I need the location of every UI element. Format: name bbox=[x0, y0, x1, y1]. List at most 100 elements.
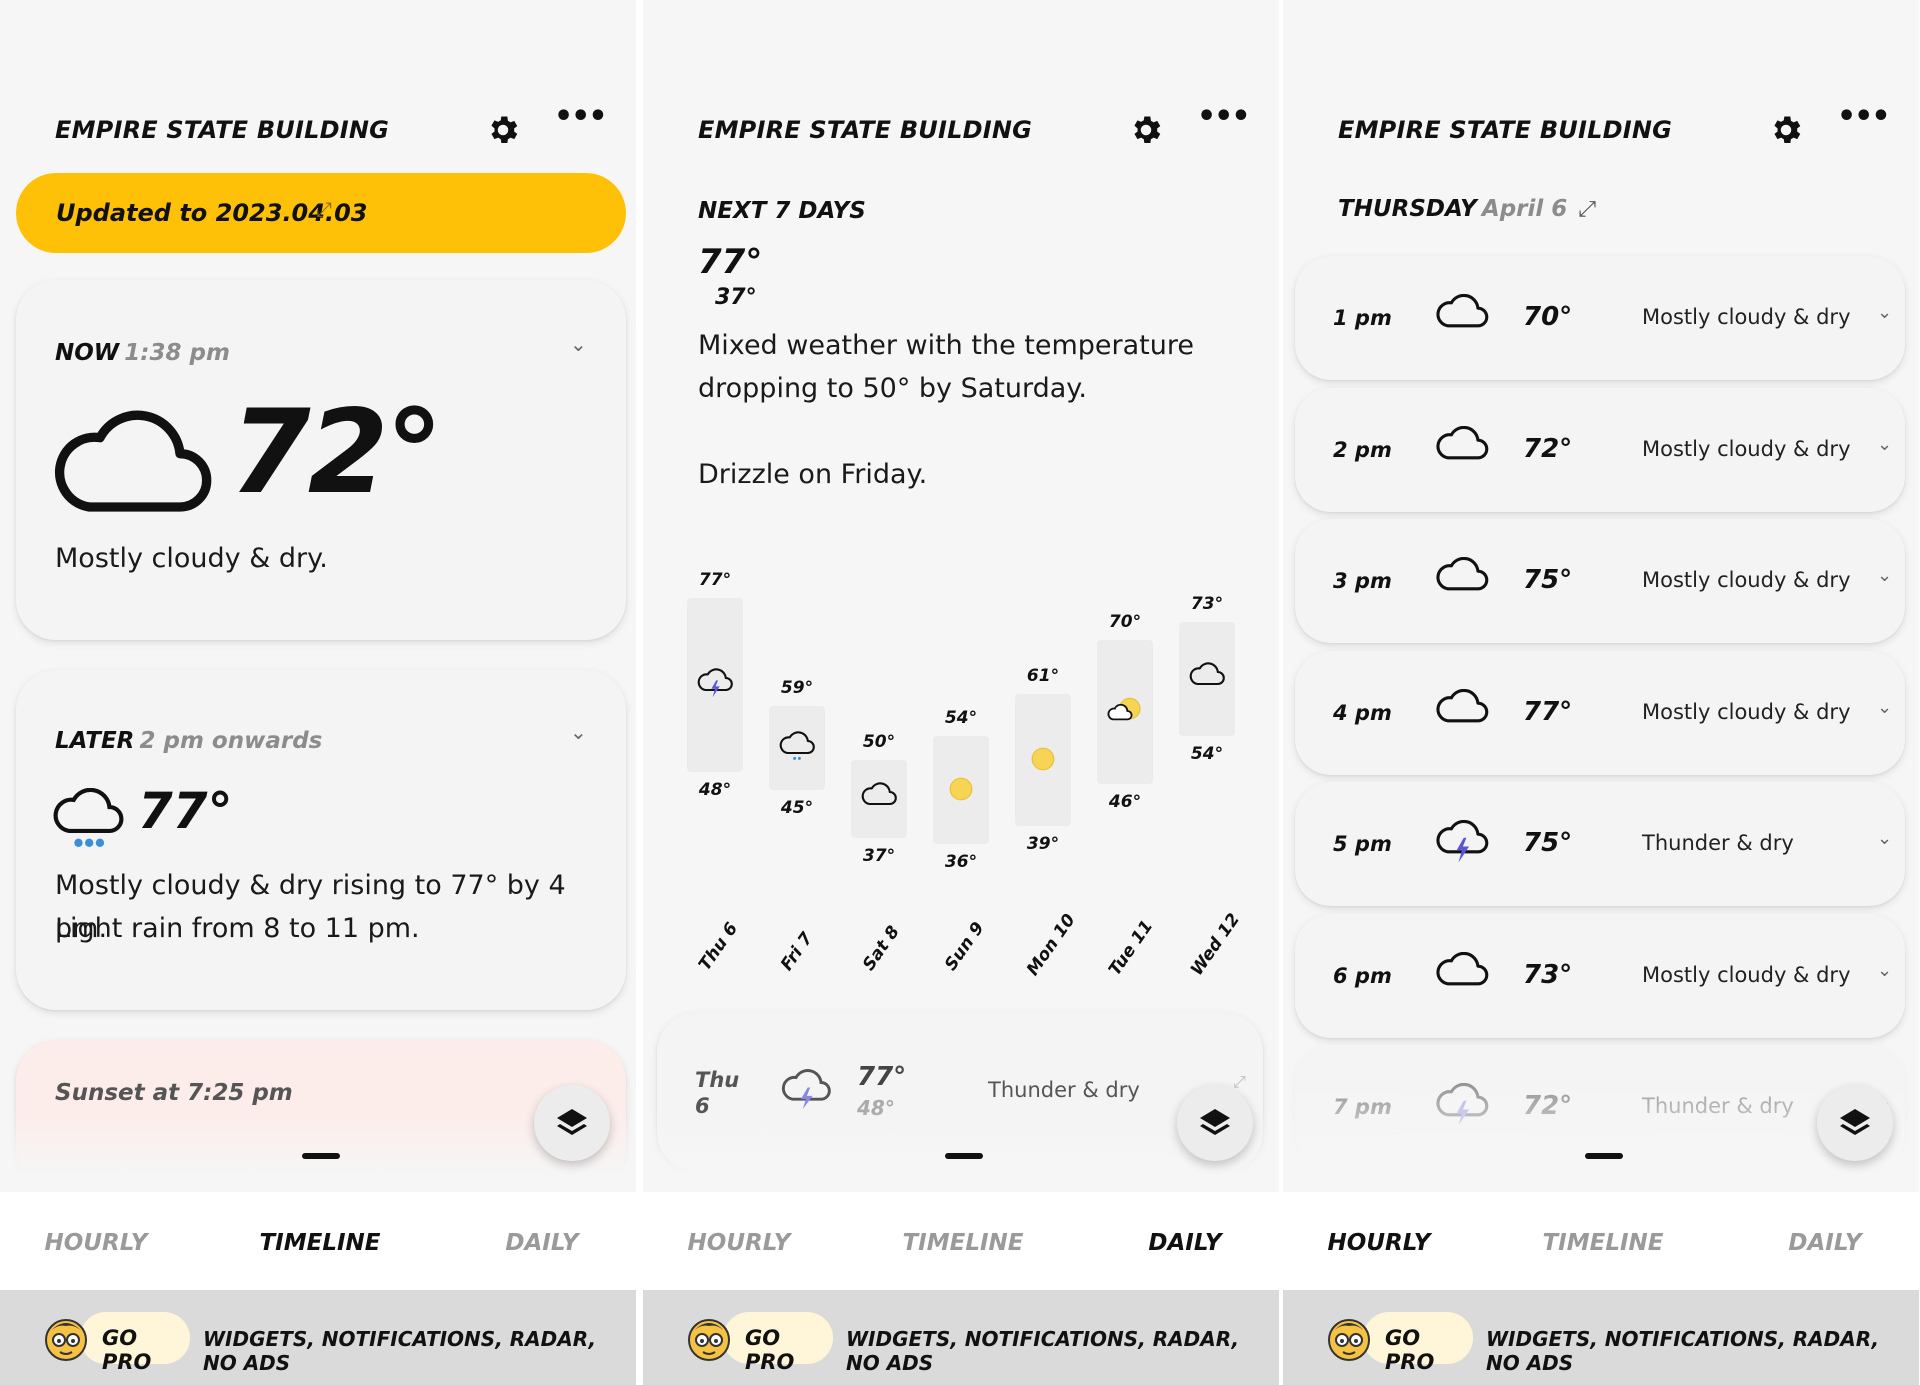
gear-icon[interactable] bbox=[1768, 112, 1804, 148]
hourly-screen: EMPIRE STATE BUILDING ••• THURSDAY April… bbox=[1283, 0, 1919, 1385]
now-card[interactable]: NOW 1:38 pm ⌄ 72° Mostly cloudy & dry. bbox=[16, 280, 626, 640]
go-pro-button[interactable]: GO PRO bbox=[1363, 1312, 1473, 1374]
gear-icon[interactable] bbox=[1128, 112, 1164, 148]
layers-button[interactable] bbox=[1177, 1085, 1253, 1161]
low-temp-label: 36° bbox=[944, 852, 978, 872]
low-temp-label: 46° bbox=[1108, 792, 1142, 812]
later-card[interactable]: LATER 2 pm onwards ⌄ 77° Mostly cloudy &… bbox=[16, 670, 626, 1010]
hour-time: 5 pm bbox=[1333, 832, 1392, 856]
tab-timeline[interactable]: TIMELINE bbox=[240, 1230, 400, 1256]
now-label: NOW bbox=[55, 340, 120, 366]
cloud-icon bbox=[52, 400, 212, 518]
ellipsis-icon[interactable]: ••• bbox=[1197, 102, 1251, 140]
location-title: EMPIRE STATE BUILDING bbox=[55, 116, 390, 144]
tab-bar: HOURLY TIMELINE DAILY bbox=[1283, 1192, 1919, 1290]
chevron-down-icon[interactable]: ⌄ bbox=[1877, 434, 1892, 455]
layers-icon bbox=[554, 1105, 590, 1141]
layers-icon bbox=[1197, 1105, 1233, 1141]
mascot-icon bbox=[1328, 1319, 1370, 1361]
hourly-row[interactable]: 1 pm 70° Mostly cloudy & dry ⌄ bbox=[1295, 256, 1905, 380]
go-pro-bar[interactable]: GO PRO WIDGETS, NOTIFICATIONS, RADAR, NO… bbox=[1283, 1290, 1919, 1385]
hourly-day: THURSDAY bbox=[1338, 196, 1477, 222]
hour-temperature: 72° bbox=[1523, 433, 1573, 464]
sun-icon bbox=[943, 773, 979, 809]
hourly-date-header[interactable]: THURSDAY April 6 ⤢ bbox=[1338, 196, 1596, 222]
day-label: Mon 10 bbox=[1023, 910, 1080, 980]
hourly-row[interactable]: 6 pm 73° Mostly cloudy & dry ⌄ bbox=[1295, 913, 1905, 1038]
tab-bar: HOURLY TIMELINE DAILY bbox=[643, 1192, 1279, 1290]
day-label: Fri 7 bbox=[777, 928, 818, 974]
cloud-icon bbox=[1189, 662, 1225, 698]
cloud-icon bbox=[1435, 951, 1489, 996]
cloud-icon bbox=[1435, 425, 1489, 470]
layers-icon bbox=[1837, 1105, 1873, 1141]
chevron-down-icon[interactable]: ⌄ bbox=[1877, 697, 1892, 718]
hour-description: Mostly cloudy & dry bbox=[1642, 962, 1851, 987]
hour-time: 4 pm bbox=[1333, 700, 1392, 725]
sheet-handle[interactable] bbox=[302, 1153, 340, 1159]
hour-time: 1 pm bbox=[1333, 306, 1392, 330]
go-pro-bar[interactable]: GO PRO WIDGETS, NOTIFICATIONS, RADAR, NO… bbox=[643, 1290, 1279, 1385]
ellipsis-icon[interactable]: ••• bbox=[1837, 102, 1891, 140]
chevron-down-icon[interactable]: ⌄ bbox=[570, 720, 587, 744]
hourly-row[interactable]: 3 pm 75° Mostly cloudy & dry ⌄ bbox=[1295, 519, 1905, 643]
low-temp-label: 37° bbox=[862, 846, 896, 866]
day-row-day: Thu bbox=[695, 1068, 740, 1092]
tab-daily[interactable]: DAILY bbox=[1105, 1230, 1265, 1256]
go-pro-label: GO PRO bbox=[102, 1326, 152, 1374]
timeline-screen: EMPIRE STATE BUILDING ••• Updated to 202… bbox=[0, 0, 636, 1385]
chevron-down-icon[interactable]: ⌄ bbox=[1877, 565, 1892, 586]
tab-daily[interactable]: DAILY bbox=[1745, 1230, 1905, 1256]
go-pro-features: WIDGETS, NOTIFICATIONS, RADAR, NO ADS bbox=[846, 1327, 1240, 1375]
chevron-down-icon[interactable]: ⌄ bbox=[1877, 828, 1892, 849]
cloud-icon bbox=[1435, 556, 1489, 601]
go-pro-bar[interactable]: GO PRO WIDGETS, NOTIFICATIONS, RADAR, NO… bbox=[0, 1290, 636, 1385]
location-title: EMPIRE STATE BUILDING bbox=[698, 116, 1033, 144]
update-banner[interactable]: Updated to 2023.04.03 ⤢ bbox=[16, 173, 626, 253]
tab-bar: HOURLY TIMELINE DAILY bbox=[0, 1192, 636, 1290]
hour-temperature: 77° bbox=[1523, 696, 1573, 727]
go-pro-features: WIDGETS, NOTIFICATIONS, RADAR, NO ADS bbox=[203, 1327, 597, 1375]
low-temp-label: 39° bbox=[1026, 834, 1060, 854]
high-temp-label: 54° bbox=[944, 708, 978, 728]
sheet-handle[interactable] bbox=[945, 1153, 983, 1159]
low-temp-label: 45° bbox=[780, 798, 814, 818]
layers-button[interactable] bbox=[1817, 1085, 1893, 1161]
week-high: 77° bbox=[698, 242, 763, 282]
hour-description: Mostly cloudy & dry bbox=[1642, 568, 1851, 592]
hour-temperature: 73° bbox=[1523, 959, 1573, 990]
day-label: Sun 9 bbox=[941, 918, 989, 974]
sheet-handle[interactable] bbox=[1585, 1153, 1623, 1159]
sun-cloud-icon bbox=[1107, 695, 1143, 731]
daily-screen: EMPIRE STATE BUILDING ••• NEXT 7 DAYS 77… bbox=[643, 0, 1279, 1385]
chevron-down-icon[interactable]: ⌄ bbox=[570, 332, 587, 356]
tab-hourly[interactable]: HOURLY bbox=[1299, 1230, 1459, 1256]
ellipsis-icon[interactable]: ••• bbox=[554, 102, 608, 140]
daily-chart: 77° 48° Thu 6 59° 45° Fri 7 50° 37° Sat 8 54° 36° S… bbox=[643, 540, 1279, 979]
gear-icon[interactable] bbox=[485, 112, 521, 148]
cloud-icon bbox=[1435, 688, 1489, 733]
go-pro-button[interactable]: GO PRO bbox=[723, 1312, 833, 1374]
tab-daily[interactable]: DAILY bbox=[462, 1230, 622, 1256]
high-temp-label: 61° bbox=[1026, 666, 1060, 686]
thunder-cloud-icon bbox=[781, 1069, 831, 1110]
day-label: Tue 11 bbox=[1105, 916, 1158, 980]
go-pro-button[interactable]: GO PRO bbox=[80, 1312, 190, 1374]
next-days-heading: NEXT 7 DAYS bbox=[698, 198, 866, 224]
tab-timeline[interactable]: TIMELINE bbox=[1523, 1230, 1683, 1256]
chevron-down-icon[interactable]: ⌄ bbox=[1877, 302, 1892, 323]
summary-line1: Mixed weather with the temperature bbox=[698, 330, 1194, 361]
hour-temperature: 75° bbox=[1523, 828, 1573, 858]
hourly-row[interactable]: 2 pm 72° Mostly cloudy & dry ⌄ bbox=[1295, 387, 1905, 512]
tab-hourly[interactable]: HOURLY bbox=[659, 1230, 819, 1256]
chevron-down-icon[interactable]: ⌄ bbox=[1877, 960, 1892, 981]
layers-button[interactable] bbox=[534, 1085, 610, 1161]
hourly-row[interactable]: 5 pm 75° Thunder & dry ⌄ bbox=[1295, 782, 1905, 906]
tab-timeline[interactable]: TIMELINE bbox=[883, 1230, 1043, 1256]
hour-description: Mostly cloudy & dry bbox=[1642, 305, 1851, 329]
hourly-row[interactable]: 4 pm 77° Mostly cloudy & dry ⌄ bbox=[1295, 650, 1905, 775]
day-row-high: 77° bbox=[857, 1062, 907, 1092]
rain-cloud-icon bbox=[53, 788, 124, 848]
tab-hourly[interactable]: HOURLY bbox=[16, 1230, 176, 1256]
thunder-cloud-icon bbox=[1435, 819, 1489, 864]
